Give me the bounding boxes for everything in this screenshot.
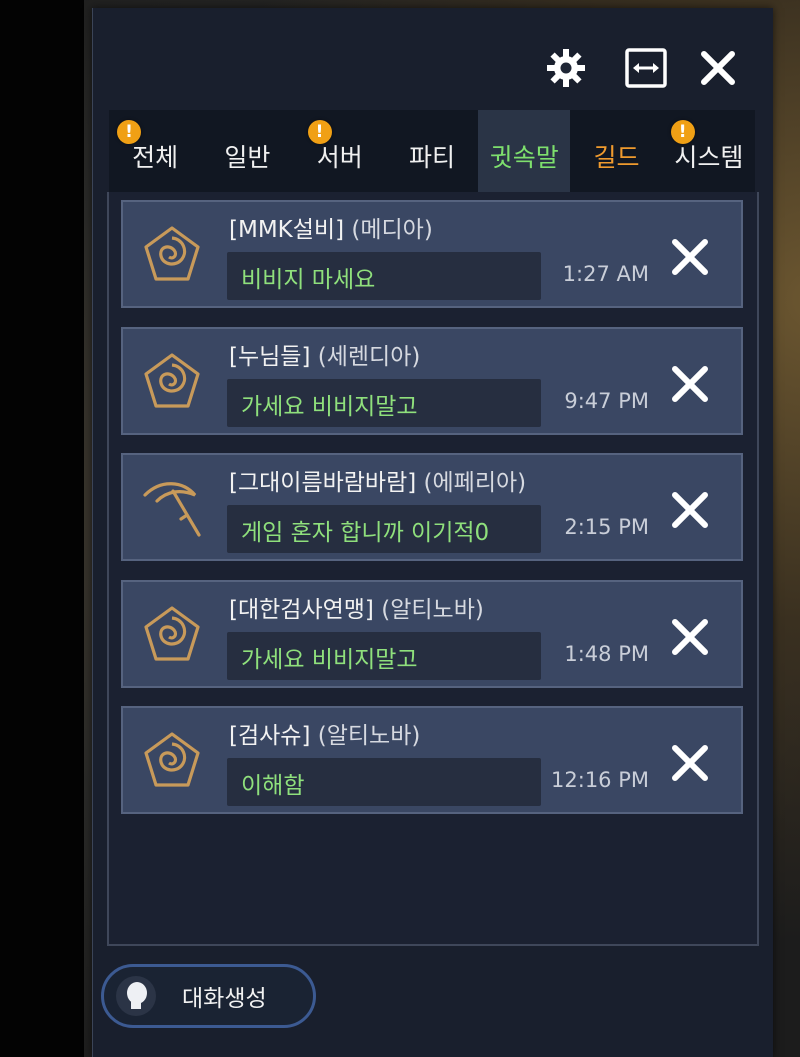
whisper-chat-panel: ! 전체 일반 ! 서버 파티 귓속말 길드 ! 시스템 [MMK설비] (메디… — [92, 8, 773, 1057]
tab-party[interactable]: 파티 — [386, 110, 478, 192]
close-icon[interactable] — [669, 616, 711, 658]
close-icon[interactable] — [669, 742, 711, 784]
contact-name: [검사슈] — [229, 723, 311, 749]
last-message: 비비지 마세요 — [241, 267, 376, 293]
rose-emblem-icon — [137, 726, 207, 796]
message-time: 1:27 AM — [562, 262, 649, 286]
contact-name: [MMK설비] — [229, 217, 345, 243]
contact-name: [누님들] — [229, 344, 311, 370]
left-black-margin — [0, 0, 84, 1057]
rose-emblem-icon — [137, 220, 207, 290]
alert-badge: ! — [670, 120, 695, 144]
alert-badge: ! — [307, 120, 332, 144]
tab-guild[interactable]: 길드 — [570, 110, 662, 192]
close-icon — [701, 51, 735, 85]
create-conversation-label: 대화생성 — [182, 986, 267, 1012]
tab-whisper[interactable]: 귓속말 — [478, 110, 571, 192]
message-time: 1:48 PM — [564, 642, 649, 666]
conversation-item[interactable]: [그대이름바람바람] (에페리아) 게임 혼자 합니까 이기적0 2:15 PM — [121, 453, 743, 561]
last-message: 이해함 — [241, 773, 305, 799]
close-icon[interactable] — [669, 363, 711, 405]
contact-server: (메디아) — [351, 217, 433, 243]
message-time: 12:16 PM — [551, 768, 649, 792]
contact-server: (알티노바) — [317, 723, 421, 749]
close-icon[interactable] — [669, 236, 711, 278]
close-icon[interactable] — [669, 489, 711, 531]
resize-button[interactable] — [623, 38, 669, 98]
last-message: 가세요 비비지말고 — [241, 647, 418, 673]
tab-general[interactable]: 일반 — [201, 110, 293, 192]
create-conversation-button[interactable]: 대화생성 — [101, 964, 316, 1028]
chat-tabs: ! 전체 일반 ! 서버 파티 귓속말 길드 ! 시스템 — [109, 110, 755, 192]
rose-emblem-icon — [137, 600, 207, 670]
conversation-item[interactable]: [대한검사연맹] (알티노바) 가세요 비비지말고 1:48 PM — [121, 580, 743, 688]
gear-icon — [547, 49, 585, 87]
tab-all[interactable]: ! 전체 — [109, 110, 201, 192]
settings-button[interactable] — [543, 38, 589, 98]
rose-emblem-icon — [137, 347, 207, 417]
scythe-icon — [137, 473, 207, 543]
conversation-list: [MMK설비] (메디아) 비비지 마세요 1:27 AM [누님들] (세렌디… — [107, 192, 759, 946]
contact-name: [그대이름바람바람] — [229, 470, 417, 496]
contact-name: [대한검사연맹] — [229, 597, 374, 623]
conversation-item[interactable]: [누님들] (세렌디아) 가세요 비비지말고 9:47 PM — [121, 327, 743, 435]
close-panel-button[interactable] — [696, 38, 740, 98]
message-time: 2:15 PM — [564, 515, 649, 539]
last-message: 가세요 비비지말고 — [241, 394, 418, 420]
contact-server: (세렌디아) — [317, 344, 421, 370]
contact-server: (알티노바) — [381, 597, 484, 623]
message-time: 9:47 PM — [564, 389, 649, 413]
conversation-item[interactable]: [MMK설비] (메디아) 비비지 마세요 1:27 AM — [121, 200, 743, 308]
conversation-item[interactable]: [검사슈] (알티노바) 이해함 12:16 PM — [121, 706, 743, 814]
user-silhouette-icon — [116, 976, 156, 1016]
last-message: 게임 혼자 합니까 이기적0 — [241, 520, 490, 546]
contact-server: (에페리아) — [423, 470, 527, 496]
tab-system[interactable]: ! 시스템 — [663, 110, 755, 192]
expand-horizontal-icon — [625, 48, 667, 88]
tab-server[interactable]: ! 서버 — [294, 110, 386, 192]
alert-badge: ! — [117, 120, 141, 144]
